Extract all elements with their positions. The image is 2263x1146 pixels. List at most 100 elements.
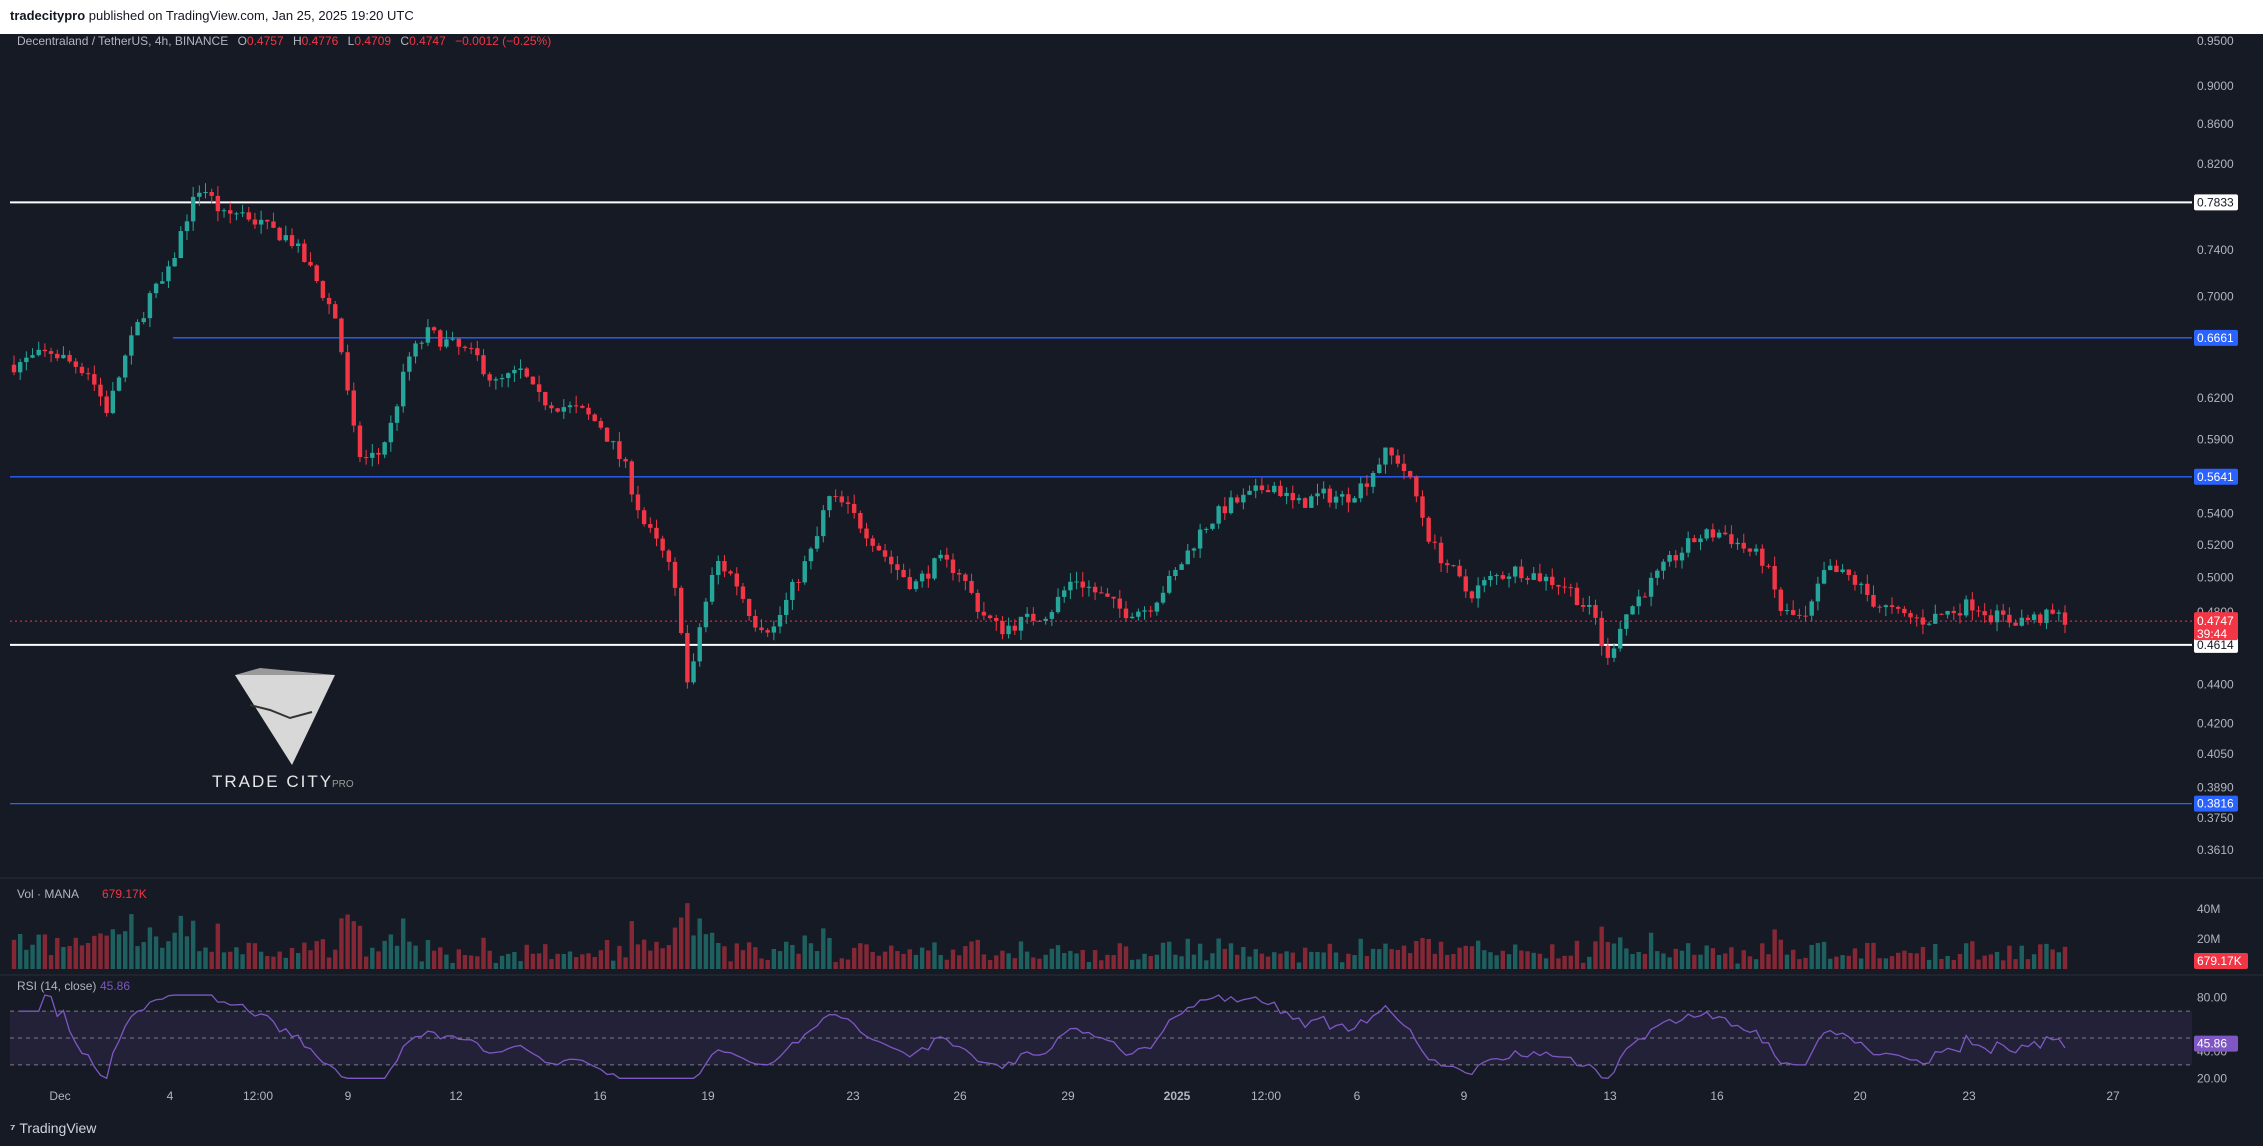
volume-tick: 20M <box>2197 932 2220 946</box>
candle-body <box>271 221 276 228</box>
volume-bar <box>277 951 282 969</box>
volume-bar <box>845 959 851 969</box>
candle-body <box>561 407 567 412</box>
volume-bar <box>1346 953 1351 969</box>
chart-area[interactable]: 0.9500 0.9000 0.8600 0.8200 0.7400 0.7000 0.62… <box>0 34 2263 1110</box>
volume-bar <box>1914 953 1919 969</box>
candle-body <box>1321 488 1326 494</box>
volume-bar <box>24 949 29 969</box>
candle-body <box>1457 565 1462 577</box>
volume-bar <box>1933 943 1938 969</box>
price-tick: 0.5900 <box>2197 432 2234 446</box>
volume-bar <box>1327 943 1333 969</box>
candle-body <box>827 496 832 511</box>
candle-body <box>895 564 900 570</box>
candle-body <box>2062 612 2068 625</box>
volume-bar <box>240 954 245 969</box>
tradingview-logo[interactable]: ⁷ TradingView <box>10 1120 96 1136</box>
volume-bar <box>1828 958 1833 969</box>
volume-bar <box>42 934 48 969</box>
volume-bar <box>1580 962 1586 969</box>
chart-canvas[interactable]: 0.9500 0.9000 0.8600 0.8200 0.7400 0.7000 0.62… <box>0 34 2263 1110</box>
volume-bar <box>1123 946 1129 969</box>
candle-body <box>1055 596 1061 613</box>
volume-bar <box>234 947 239 969</box>
candle-body <box>481 355 486 375</box>
volume-bar <box>36 934 41 969</box>
publisher-name[interactable]: tradecitypro <box>10 8 85 23</box>
candle-body <box>1315 493 1320 497</box>
volume-bar <box>1704 945 1709 969</box>
volume-bar <box>1760 943 1765 969</box>
volume-bar <box>475 956 480 969</box>
volume-bar <box>1519 950 1524 969</box>
volume-bar <box>376 951 381 969</box>
volume-bar <box>956 955 962 969</box>
candle-body <box>1482 580 1487 586</box>
volume-bar <box>129 914 134 969</box>
candle-body <box>1587 605 1592 607</box>
candle-body <box>1642 596 1648 598</box>
volume-bar <box>1494 955 1499 969</box>
volume-bar <box>1550 944 1555 969</box>
tv-logo-icon: ⁷ <box>10 1121 16 1136</box>
volume-bar <box>907 949 912 969</box>
volume-bar <box>1191 954 1197 969</box>
candle-body <box>252 219 258 225</box>
candle-body <box>1852 575 1858 585</box>
volume-bar <box>1741 950 1746 969</box>
volume-bar <box>1129 959 1135 969</box>
candle-body <box>2031 614 2037 620</box>
candle-body <box>524 368 529 377</box>
candle-body <box>2025 617 2031 620</box>
candle-body <box>1068 581 1073 591</box>
candle-body <box>339 318 344 353</box>
volume-bar <box>994 955 999 969</box>
candle-body <box>1111 596 1116 599</box>
symbol-title[interactable]: Decentraland / TetherUS, 4h, BINANCE <box>17 34 228 48</box>
volume-bar <box>1698 954 1703 969</box>
volume-bar <box>1068 950 1073 969</box>
volume-bar <box>753 947 758 969</box>
volume-bar <box>567 951 573 969</box>
volume-bar <box>604 940 610 969</box>
candle-body <box>468 348 474 350</box>
footer-bar: ⁷ TradingView <box>0 1110 2263 1146</box>
volume-bar <box>48 955 54 969</box>
candle-body <box>129 335 134 356</box>
tv-brand-text: TradingView <box>19 1120 97 1136</box>
candle-body <box>141 318 146 323</box>
candle-body <box>1296 498 1302 501</box>
volume-bar <box>1593 941 1598 969</box>
candle-body <box>555 408 560 412</box>
volume-bar <box>302 942 307 969</box>
volume-bar <box>1099 960 1104 969</box>
candle-body <box>678 587 684 633</box>
volume-bar <box>1531 952 1536 969</box>
candle-body <box>864 528 869 539</box>
candle-body <box>1512 566 1518 577</box>
price-tick: 0.3750 <box>2197 811 2234 825</box>
candle-body <box>802 561 807 583</box>
volume-bar <box>419 961 424 969</box>
candle-body <box>135 322 140 336</box>
candle-body <box>240 212 245 214</box>
candle-body <box>153 283 159 294</box>
candle-body <box>814 536 820 549</box>
volume-bar <box>1852 948 1858 969</box>
level-price-label: 0.5641 <box>2197 470 2234 484</box>
time-tick: 12 <box>449 1089 463 1103</box>
volume-bar <box>1648 932 1654 969</box>
volume-bar <box>703 934 709 969</box>
symbol-legend[interactable]: Decentraland / TetherUS, 4h, BINANCE O0.… <box>17 34 551 48</box>
candle-body <box>1469 591 1475 599</box>
volume-bar <box>1253 949 1258 969</box>
volume-bar <box>481 937 486 969</box>
volume-bar <box>1729 947 1734 969</box>
volume-bar <box>592 956 597 969</box>
volume-bar <box>388 934 394 969</box>
volume-bar <box>1889 956 1895 969</box>
candle-body <box>302 243 307 262</box>
candle-body <box>1692 538 1697 543</box>
candle-body <box>1142 610 1147 612</box>
